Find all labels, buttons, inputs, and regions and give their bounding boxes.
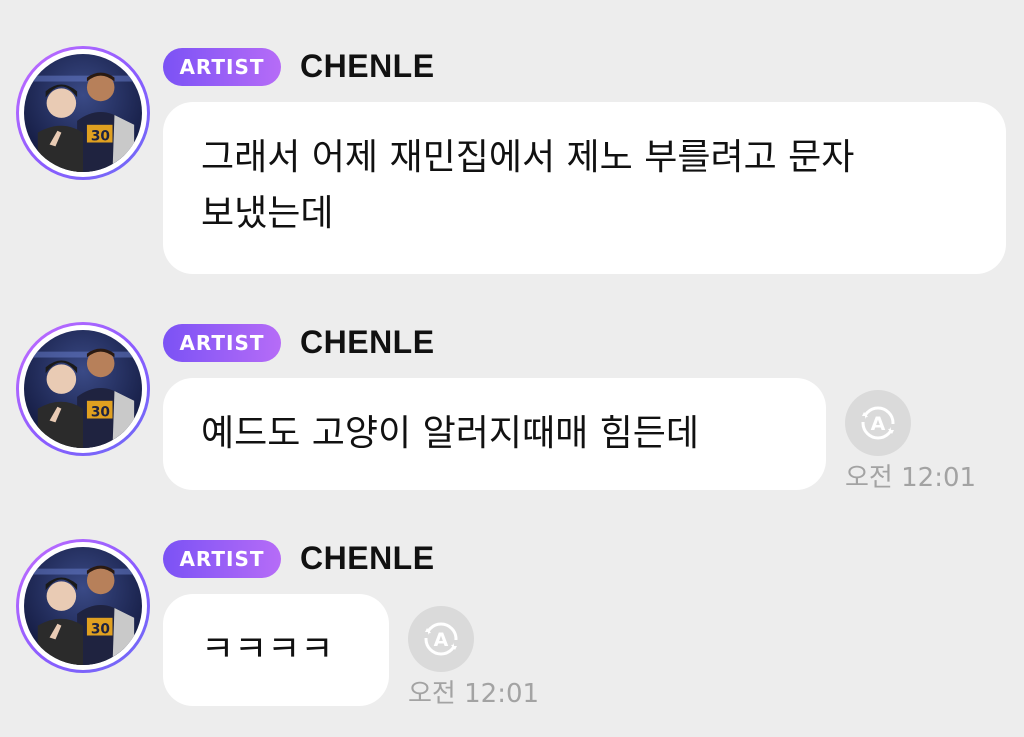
message-text: 보냈는데 [201, 193, 334, 234]
message-text: ㅋㅋㅋㅋ [201, 629, 334, 670]
artist-badge: ARTIST [163, 48, 281, 86]
message-text: 예드도 고양이 알러지때매 힘든데 [201, 413, 700, 454]
message-bubble[interactable]: ㅋㅋㅋㅋ [163, 594, 389, 706]
sender-name: CHENLE [300, 324, 435, 360]
svg-text:30: 30 [91, 622, 110, 638]
message-bubble[interactable]: 예드도 고양이 알러지때매 힘든데 [163, 378, 826, 490]
avatar[interactable]: 30 [16, 322, 150, 456]
translate-icon: A [859, 406, 897, 440]
message-text: 그래서 어제 재민집에서 제노 부를려고 문자 [201, 137, 855, 178]
svg-text:A: A [434, 629, 449, 651]
artist-badge: ARTIST [163, 540, 281, 578]
svg-text:30: 30 [91, 405, 110, 421]
svg-text:A: A [871, 413, 886, 435]
avatar[interactable]: 30 [16, 539, 150, 673]
translate-icon: A [422, 622, 460, 656]
avatar[interactable]: 30 [16, 46, 150, 180]
svg-text:30: 30 [91, 129, 110, 145]
artist-badge: ARTIST [163, 324, 281, 362]
sender-name: CHENLE [300, 48, 435, 84]
translate-button[interactable]: A [408, 606, 474, 672]
message-timestamp: 오전 12:01 [845, 463, 977, 493]
sender-name: CHENLE [300, 540, 435, 576]
message-timestamp: 오전 12:01 [408, 679, 540, 709]
translate-button[interactable]: A [845, 390, 911, 456]
message-bubble[interactable]: 그래서 어제 재민집에서 제노 부를려고 문자 보냈는데 [163, 102, 1006, 274]
